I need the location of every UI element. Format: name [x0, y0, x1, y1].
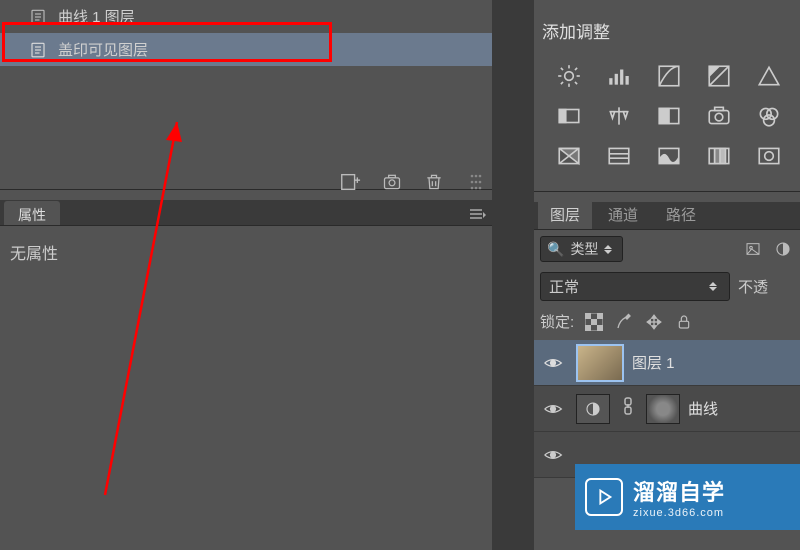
visibility-toggle-icon[interactable]	[538, 432, 568, 478]
visibility-toggle-icon[interactable]	[538, 386, 568, 432]
adj-threshold-icon[interactable]	[652, 141, 686, 171]
visibility-toggle-icon[interactable]	[538, 340, 568, 386]
properties-body: 无属性	[0, 226, 492, 278]
adj-curves-icon[interactable]	[652, 61, 686, 91]
adj-levels-icon[interactable]	[602, 61, 636, 91]
play-icon	[585, 478, 623, 516]
lock-transparent-icon[interactable]	[584, 312, 604, 332]
adj-posterize-icon[interactable]	[602, 141, 636, 171]
adj-vibrance-icon[interactable]	[752, 61, 786, 91]
grip-icon[interactable]	[464, 170, 488, 194]
filter-image-icon[interactable]	[742, 238, 764, 260]
trash-icon[interactable]	[422, 170, 446, 194]
new-document-icon[interactable]	[338, 170, 362, 194]
blend-mode-label: 正常	[549, 276, 579, 297]
tab-properties[interactable]: 属性	[4, 201, 60, 225]
layer-name: 图层 1	[632, 352, 675, 373]
tab-layers[interactable]: 图层	[538, 199, 592, 229]
adj-balance-icon[interactable]	[602, 101, 636, 131]
chevron-updown-icon	[604, 245, 616, 254]
layer-thumbnail[interactable]	[576, 344, 624, 382]
tab-paths[interactable]: 路径	[654, 199, 708, 229]
history-item[interactable]: 曲线 1 图层	[0, 0, 492, 33]
tab-channels[interactable]: 通道	[596, 199, 650, 229]
history-item-label: 盖印可见图层	[58, 39, 148, 60]
adj-hue-icon[interactable]	[552, 101, 586, 131]
opacity-label: 不透	[738, 276, 768, 297]
kind-label: 类型	[570, 239, 598, 259]
panel-menu-icon[interactable]	[470, 203, 486, 225]
layer-list: 图层 1 曲线	[534, 340, 800, 478]
watermark-title: 溜溜自学	[633, 475, 725, 507]
document-icon	[28, 7, 48, 27]
adj-brightness-icon[interactable]	[552, 61, 586, 91]
blend-mode-select[interactable]: 正常	[540, 272, 730, 301]
layer-name: 曲线	[688, 398, 718, 419]
link-icon[interactable]	[618, 396, 638, 421]
history-item-label: 曲线 1 图层	[58, 6, 135, 27]
lock-all-icon[interactable]	[674, 312, 694, 332]
properties-tab-bar: 属性	[0, 200, 492, 226]
chevron-updown-icon	[709, 282, 721, 291]
history-item-selected[interactable]: 盖印可见图层	[0, 33, 492, 66]
layer-row[interactable]: 曲线	[534, 386, 800, 432]
adjustments-grid	[534, 51, 800, 187]
adj-photo-filter-icon[interactable]	[702, 101, 736, 131]
adjustments-header: 添加调整	[534, 0, 800, 51]
adj-gradient-map-icon[interactable]	[702, 141, 736, 171]
lock-pixels-icon[interactable]	[614, 312, 634, 332]
adj-bw-icon[interactable]	[652, 101, 686, 131]
search-icon: 🔍	[547, 241, 564, 258]
adj-exposure-icon[interactable]	[702, 61, 736, 91]
watermark-banner: 溜溜自学 zixue.3d66.com	[575, 464, 800, 530]
adj-invert-icon[interactable]	[552, 141, 586, 171]
camera-icon[interactable]	[380, 170, 404, 194]
history-list: 曲线 1 图层 盖印可见图层	[0, 0, 492, 66]
history-toolbar	[338, 170, 488, 194]
adj-channel-mixer-icon[interactable]	[752, 101, 786, 131]
lock-position-icon[interactable]	[644, 312, 664, 332]
adj-selective-icon[interactable]	[752, 141, 786, 171]
layers-tab-bar: 图层 通道 路径	[534, 202, 800, 230]
filter-adjustment-icon[interactable]	[772, 238, 794, 260]
layer-row-selected[interactable]: 图层 1	[534, 340, 800, 386]
watermark-sub: zixue.3d66.com	[633, 507, 725, 519]
document-icon	[28, 40, 48, 60]
mask-thumbnail[interactable]	[646, 394, 680, 424]
lock-label: 锁定:	[540, 311, 574, 332]
layer-kind-select[interactable]: 🔍 类型	[540, 236, 623, 262]
adjustment-thumbnail[interactable]	[576, 394, 610, 424]
